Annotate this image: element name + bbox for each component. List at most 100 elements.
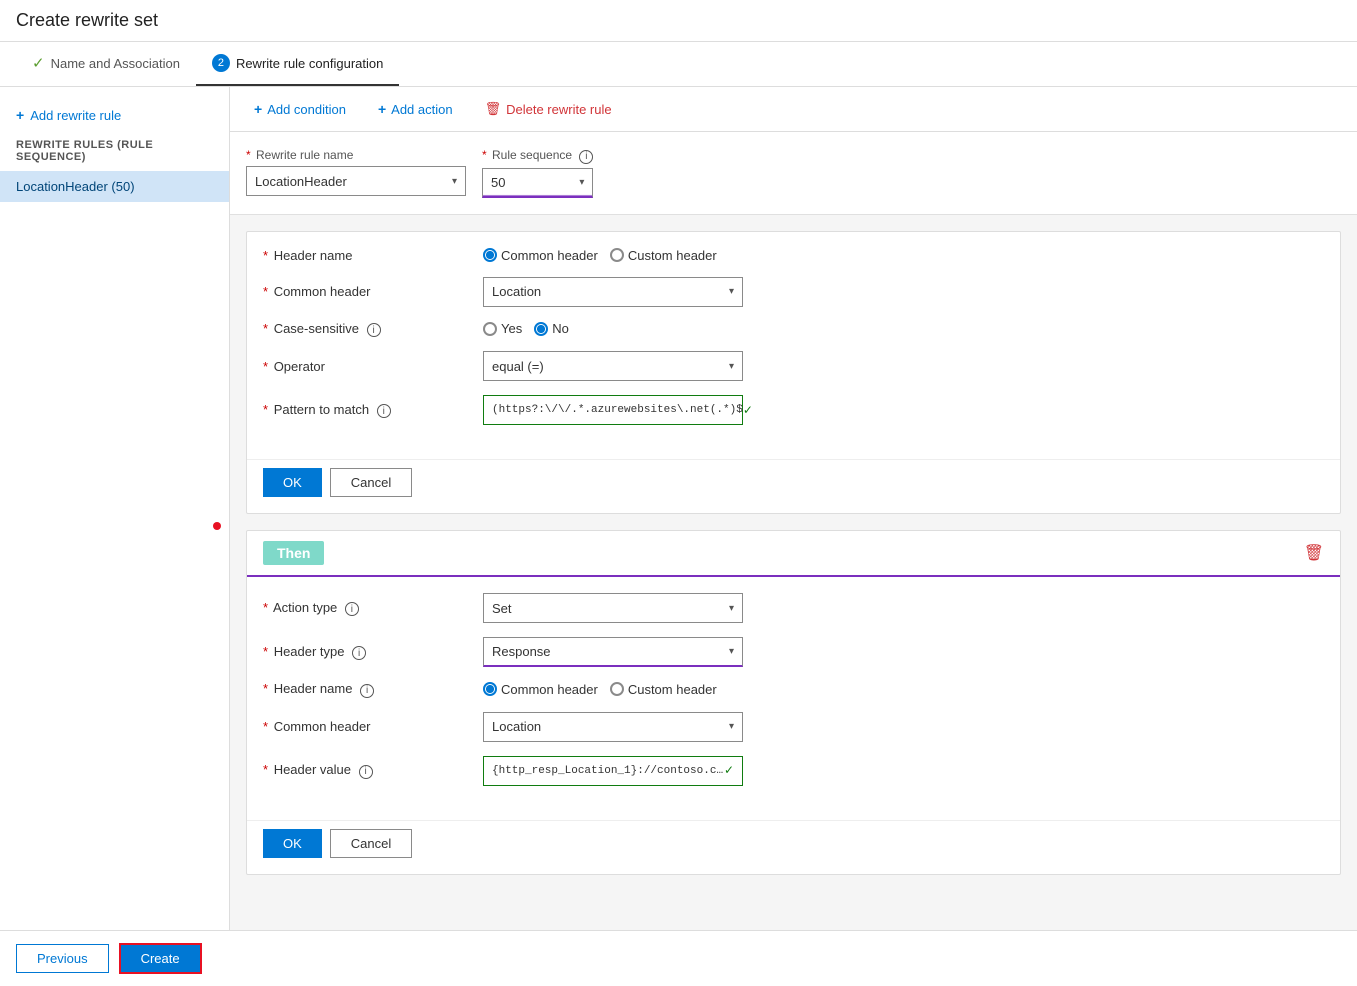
required-star-hn: *: [263, 248, 268, 263]
then-common-header-value: Location ▾: [483, 712, 1324, 742]
condition-card-actions: OK Cancel: [247, 459, 1340, 513]
delete-rule-btn[interactable]: 🗑 Delete rewrite rule: [477, 97, 620, 121]
header-value-row: * Header value i {http_resp_Location_1}:…: [263, 756, 1324, 786]
header-value-info-icon[interactable]: i: [359, 765, 373, 779]
condition-ok-btn[interactable]: OK: [263, 468, 322, 497]
then-ok-btn[interactable]: OK: [263, 829, 322, 858]
tab-name-association[interactable]: ✓ Name and Association: [16, 42, 196, 86]
then-radio-common-header[interactable]: Common header: [483, 682, 598, 697]
sequence-chevron: ▾: [579, 177, 584, 188]
header-name-options: Common header Custom header: [483, 248, 1324, 263]
page-title: Create rewrite set: [16, 10, 158, 30]
header-type-label: * Header type i: [263, 644, 483, 661]
rule-name-select[interactable]: LocationHeader ▾: [246, 166, 466, 196]
common-header-dropdown[interactable]: Location ▾: [483, 277, 743, 307]
header-value-label: * Header value i: [263, 762, 483, 779]
rule-sequence-field: * Rule sequence i 50 ▾: [482, 148, 593, 198]
radio-custom-circle: [610, 248, 624, 262]
tab-rewrite-config[interactable]: 2 Rewrite rule configuration: [196, 42, 399, 86]
pattern-value: (https?:\/\/.*.azurewebsites\.net(.*)$ ✓: [483, 395, 1324, 425]
add-condition-plus-icon: +: [254, 101, 262, 117]
add-rewrite-rule-label: Add rewrite rule: [30, 108, 121, 123]
radio-common-header[interactable]: Common header: [483, 248, 598, 263]
then-header-name-row: * Header name i Common header: [263, 681, 1324, 698]
header-type-dropdown[interactable]: Response ▾: [483, 637, 743, 667]
pattern-input[interactable]: (https?:\/\/.*.azurewebsites\.net(.*)$ ✓: [483, 395, 743, 425]
tab-number-badge: 2: [212, 54, 230, 72]
create-btn[interactable]: Create: [119, 943, 202, 974]
common-header-chevron: ▾: [729, 286, 734, 297]
dropdown-chevron: ▾: [452, 176, 457, 187]
radio-common-circle: [483, 248, 497, 262]
rule-sequence-select[interactable]: 50 ▾: [482, 168, 593, 198]
trash-icon: 🗑: [485, 101, 502, 117]
sequence-info-icon[interactable]: i: [579, 150, 593, 164]
main-layout: + Add rewrite rule REWRITE RULES (RULE S…: [0, 87, 1357, 930]
then-header: Then 🗑: [247, 531, 1340, 575]
common-header-row: * Common header Location ▾: [263, 277, 1324, 307]
then-card-actions: OK Cancel: [247, 820, 1340, 874]
required-star: *: [246, 148, 251, 162]
case-sensitive-info-icon[interactable]: i: [367, 323, 381, 337]
add-condition-btn[interactable]: + Add condition: [246, 97, 354, 121]
required-star-pat: *: [263, 402, 268, 417]
scroll-content: * Header name Common header C: [230, 215, 1357, 931]
delete-rule-label: Delete rewrite rule: [506, 102, 612, 117]
sidebar: + Add rewrite rule REWRITE RULES (RULE S…: [0, 87, 230, 930]
add-action-btn[interactable]: + Add action: [370, 97, 461, 121]
rule-name-label: * Rewrite rule name: [246, 148, 466, 162]
required-star-thn: *: [263, 681, 268, 696]
rule-form: * Rewrite rule name LocationHeader ▾ * R…: [230, 132, 1357, 215]
action-type-dropdown[interactable]: Set ▾: [483, 593, 743, 623]
then-header-name-info-icon[interactable]: i: [360, 684, 374, 698]
radio-no-circle: [534, 322, 548, 336]
rule-sequence-label: * Rule sequence i: [482, 148, 593, 164]
case-sensitive-row: * Case-sensitive i Yes: [263, 321, 1324, 338]
then-header-name-label: * Header name i: [263, 681, 483, 698]
then-common-header-dropdown[interactable]: Location ▾: [483, 712, 743, 742]
page-header: Create rewrite set: [0, 0, 1357, 42]
add-rewrite-rule-btn[interactable]: + Add rewrite rule: [0, 99, 229, 131]
action-type-selected: Set: [492, 601, 512, 616]
then-delete-icon[interactable]: 🗑: [1304, 543, 1324, 563]
then-common-header-selected: Location: [492, 719, 541, 734]
radio-yes[interactable]: Yes: [483, 321, 522, 336]
rule-name-value: LocationHeader: [255, 174, 347, 189]
page-wrapper: Create rewrite set ✓ Name and Associatio…: [0, 0, 1357, 986]
radio-custom-label: Custom header: [628, 248, 717, 263]
then-common-header-label: * Common header: [263, 719, 483, 734]
case-sensitive-options: Yes No: [483, 321, 1324, 336]
operator-value: equal (=) ▾: [483, 351, 1324, 381]
operator-selected: equal (=): [492, 359, 544, 374]
action-type-info-icon[interactable]: i: [345, 602, 359, 616]
radio-no-label: No: [552, 321, 569, 336]
radio-common-label: Common header: [501, 248, 598, 263]
then-body: * Action type i Set ▾: [247, 575, 1340, 816]
header-name-label: * Header name: [263, 248, 483, 263]
radio-no[interactable]: No: [534, 321, 569, 336]
then-card: Then 🗑 * Action type i: [246, 530, 1341, 875]
header-value-input[interactable]: {http_resp_Location_1}://contoso.com{htt…: [483, 756, 743, 786]
action-type-row: * Action type i Set ▾: [263, 593, 1324, 623]
required-star-op: *: [263, 359, 268, 374]
action-type-chevron: ▾: [729, 603, 734, 614]
condition-cancel-btn[interactable]: Cancel: [330, 468, 412, 497]
pattern-info-icon[interactable]: i: [377, 404, 391, 418]
operator-dropdown[interactable]: equal (=) ▾: [483, 351, 743, 381]
header-type-info-icon[interactable]: i: [352, 646, 366, 660]
common-header-value: Location ▾: [483, 277, 1324, 307]
case-sensitive-label: * Case-sensitive i: [263, 321, 483, 338]
header-type-selected: Response: [492, 644, 551, 659]
pattern-label: * Pattern to match i: [263, 402, 483, 419]
header-value-check-icon: ✓: [724, 763, 734, 778]
then-common-header-row: * Common header Location ▾: [263, 712, 1324, 742]
required-star-hv: *: [263, 762, 268, 777]
then-cancel-btn[interactable]: Cancel: [330, 829, 412, 858]
previous-btn[interactable]: Previous: [16, 944, 109, 973]
radio-yes-circle: [483, 322, 497, 336]
radio-custom-header[interactable]: Custom header: [610, 248, 717, 263]
then-radio-common-label: Common header: [501, 682, 598, 697]
sidebar-rule-item[interactable]: LocationHeader (50): [0, 171, 229, 202]
required-star2: *: [482, 148, 487, 162]
then-radio-custom-header[interactable]: Custom header: [610, 682, 717, 697]
